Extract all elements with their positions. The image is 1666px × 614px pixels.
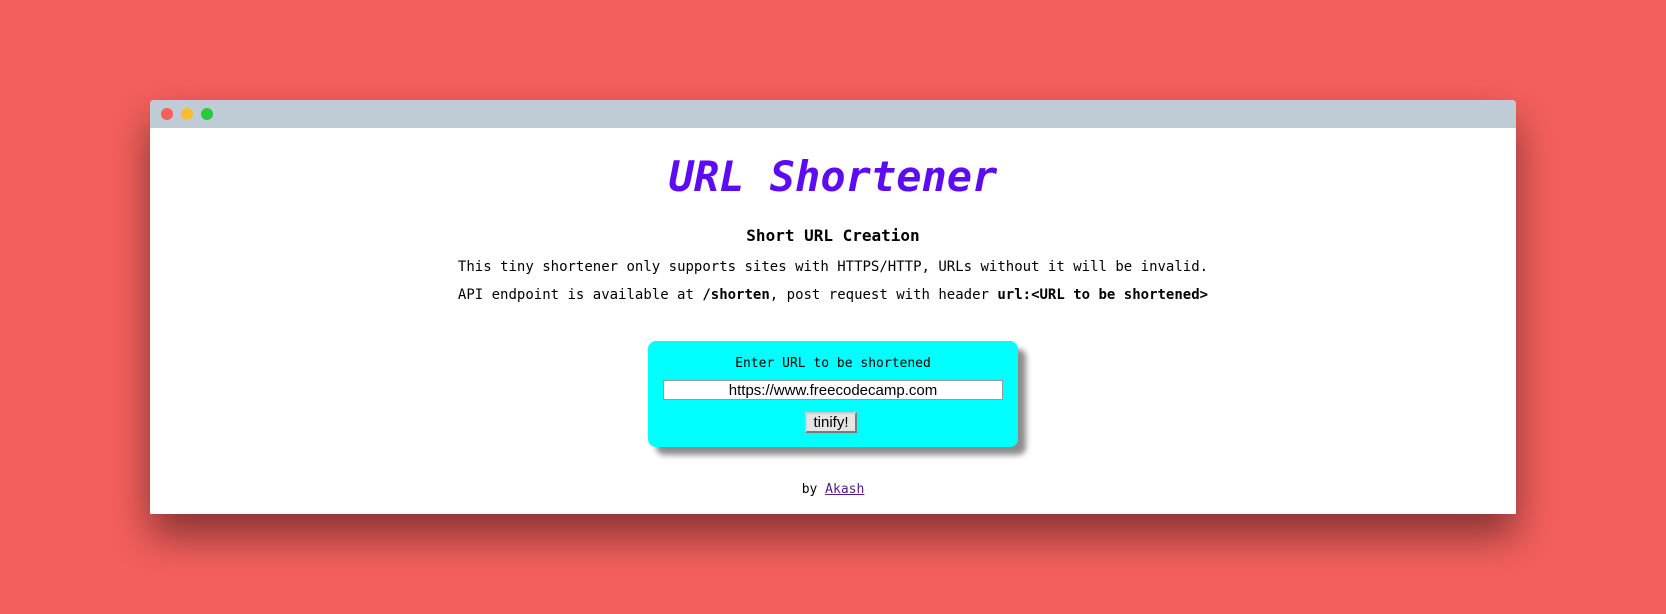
window-titlebar (150, 100, 1516, 128)
close-window-icon[interactable] (161, 108, 173, 120)
shorten-form-card: Enter URL to be shortened tinify! (648, 341, 1018, 447)
page-content: URL Shortener Short URL Creation This ti… (150, 128, 1516, 514)
footer-credit: by Akash (150, 482, 1516, 497)
api-endpoint: /shorten (702, 287, 770, 303)
browser-window: URL Shortener Short URL Creation This ti… (150, 100, 1516, 514)
minimize-window-icon[interactable] (181, 108, 193, 120)
api-middle: , post request with header (769, 287, 998, 303)
footer-by: by (801, 482, 826, 497)
author-link[interactable]: Akash (825, 482, 864, 497)
page-title: URL Shortener (668, 152, 998, 201)
url-field-label: Enter URL to be shortened (735, 356, 931, 371)
api-prefix: API endpoint is available at (457, 287, 703, 303)
description-text: This tiny shortener only supports sites … (457, 259, 1209, 275)
tinify-button[interactable]: tinify! (805, 412, 857, 433)
api-header: url:<URL to be shortened> (997, 287, 1209, 303)
url-input[interactable] (663, 380, 1003, 400)
maximize-window-icon[interactable] (201, 108, 213, 120)
section-heading: Short URL Creation (746, 226, 920, 245)
api-info-text: API endpoint is available at /shorten, p… (150, 287, 1516, 303)
